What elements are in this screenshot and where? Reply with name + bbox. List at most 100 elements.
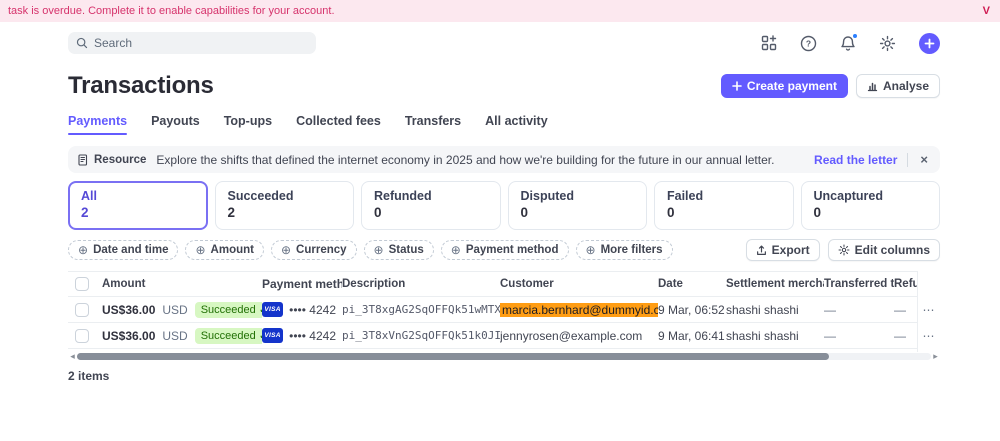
- row-actions-column: ⋯ ⋯: [917, 271, 940, 352]
- payments-table: Amount Payment method Description Custom…: [68, 271, 940, 349]
- column-date[interactable]: Date: [658, 278, 726, 290]
- column-description[interactable]: Description: [342, 278, 500, 290]
- scrollbar-track[interactable]: [77, 353, 931, 360]
- card-count: 2: [228, 205, 342, 220]
- visa-icon: VISA: [262, 302, 283, 317]
- filter-date-and-time[interactable]: ⊕ Date and time: [68, 240, 178, 260]
- refunded-value: —: [894, 329, 917, 343]
- card-refunded[interactable]: Refunded 0: [361, 181, 501, 230]
- divider: [907, 153, 908, 167]
- filter-pills: ⊕Date and time ⊕Amount ⊕Currency ⊕Status…: [68, 240, 673, 260]
- transactions-tabs: Payments Payouts Top-ups Collected fees …: [68, 114, 940, 135]
- bar-chart-icon: [867, 81, 878, 92]
- filter-status[interactable]: ⊕Status: [364, 240, 434, 260]
- card-failed[interactable]: Failed 0: [654, 181, 794, 230]
- filter-label: Currency: [296, 244, 347, 256]
- customer-email-highlighted: marcia.bernhard@dummyid.com: [500, 303, 658, 317]
- card-uncaptured[interactable]: Uncaptured 0: [801, 181, 941, 230]
- table-row[interactable]: US$36.00 USD Succeeded ✓ VISA •••• 4242 …: [68, 297, 917, 323]
- top-icons: ?: [761, 33, 940, 54]
- settings-icon[interactable]: [879, 35, 896, 52]
- close-icon[interactable]: ×: [918, 152, 930, 167]
- filter-label: Payment method: [466, 244, 559, 256]
- overdue-alert-banner: task is overdue. Complete it to enable c…: [0, 0, 1000, 22]
- payment-date: 9 Mar, 06:41: [658, 329, 726, 343]
- card-count: 0: [814, 205, 928, 220]
- items-count: 2 items: [68, 369, 940, 383]
- help-icon[interactable]: ?: [800, 35, 817, 52]
- create-payment-button[interactable]: Create payment: [721, 74, 848, 98]
- card-last4: •••• 4242: [289, 329, 336, 343]
- settlement-merchant: shashi shashi: [726, 329, 824, 343]
- document-icon: [78, 154, 89, 166]
- payment-id: pi_3T8xgAG2SqOFFQk51wMTXiYS: [342, 303, 500, 316]
- tab-transfers[interactable]: Transfers: [405, 114, 461, 135]
- gear-icon: [838, 244, 850, 256]
- alert-action-link[interactable]: V: [983, 5, 990, 17]
- row-overflow-menu[interactable]: ⋯: [918, 323, 940, 349]
- card-succeeded[interactable]: Succeeded 2: [215, 181, 355, 230]
- scrollbar-thumb[interactable]: [77, 353, 829, 360]
- create-icon[interactable]: [919, 33, 940, 54]
- actions-header: [918, 271, 940, 297]
- filter-amount[interactable]: ⊕Amount: [185, 240, 264, 260]
- status-summary-cards: All 2 Succeeded 2 Refunded 0 Disputed 0 …: [68, 181, 940, 230]
- filter-payment-method[interactable]: ⊕Payment method: [441, 240, 569, 260]
- filter-label: Date and time: [93, 244, 168, 256]
- card-count: 0: [521, 205, 635, 220]
- row-checkbox[interactable]: [75, 329, 89, 343]
- row-overflow-menu[interactable]: ⋯: [918, 297, 940, 323]
- column-amount[interactable]: Amount: [102, 278, 262, 290]
- visa-icon: VISA: [262, 328, 283, 343]
- export-icon: [756, 245, 767, 256]
- search-box[interactable]: [68, 32, 316, 54]
- notifications-icon[interactable]: [840, 35, 856, 52]
- page-title: Transactions: [68, 72, 214, 100]
- card-label: Refunded: [374, 189, 488, 203]
- column-payment-method[interactable]: Payment method: [262, 277, 342, 291]
- column-settlement-merchant[interactable]: Settlement merchant: [726, 278, 824, 290]
- tab-payouts[interactable]: Payouts: [151, 114, 200, 135]
- edit-columns-button[interactable]: Edit columns: [828, 239, 940, 261]
- tab-payments[interactable]: Payments: [68, 114, 127, 135]
- transferred-to: —: [824, 329, 894, 343]
- create-payment-label: Create payment: [747, 79, 837, 93]
- card-all[interactable]: All 2: [68, 181, 208, 230]
- edit-columns-label: Edit columns: [855, 243, 930, 257]
- top-bar: ?: [0, 22, 1000, 62]
- amount-value: US$36.00: [102, 303, 155, 317]
- read-the-letter-link[interactable]: Read the letter: [814, 153, 897, 167]
- card-label: Disputed: [521, 189, 635, 203]
- row-checkbox[interactable]: [75, 303, 89, 317]
- alert-text: task is overdue. Complete it to enable c…: [8, 5, 335, 17]
- filter-currency[interactable]: ⊕Currency: [271, 240, 357, 260]
- tab-collected-fees[interactable]: Collected fees: [296, 114, 381, 135]
- column-customer[interactable]: Customer: [500, 278, 658, 290]
- card-last4: •••• 4242: [289, 303, 336, 317]
- filter-label: More filters: [601, 244, 663, 256]
- apps-icon[interactable]: [761, 35, 777, 51]
- card-disputed[interactable]: Disputed 0: [508, 181, 648, 230]
- column-transferred-to[interactable]: Transferred to: [824, 278, 894, 290]
- table-header-row: Amount Payment method Description Custom…: [68, 271, 917, 297]
- resource-text: Explore the shifts that defined the inte…: [156, 153, 804, 167]
- analyse-button[interactable]: Analyse: [856, 74, 940, 98]
- export-button[interactable]: Export: [746, 239, 820, 261]
- card-count: 0: [374, 205, 488, 220]
- refunded-value: —: [894, 303, 917, 317]
- filter-more-filters[interactable]: ⊕ More filters: [576, 240, 673, 260]
- scroll-left-icon[interactable]: ◂: [68, 351, 77, 361]
- circled-plus-icon: ⊕: [78, 244, 88, 256]
- card-label: Succeeded: [228, 189, 342, 203]
- settlement-merchant: shashi shashi: [726, 303, 824, 317]
- select-all-checkbox[interactable]: [75, 277, 89, 291]
- resource-banner: Resource Explore the shifts that defined…: [68, 146, 940, 173]
- column-refunded[interactable]: Refunde: [894, 278, 917, 290]
- scroll-right-icon[interactable]: ▸: [931, 351, 940, 361]
- tab-top-ups[interactable]: Top-ups: [224, 114, 272, 135]
- horizontal-scrollbar[interactable]: ◂ ▸: [68, 351, 940, 361]
- search-input[interactable]: [94, 36, 308, 50]
- circled-plus-icon: ⊕: [586, 244, 596, 256]
- tab-all-activity[interactable]: All activity: [485, 114, 548, 135]
- table-row[interactable]: US$36.00 USD Succeeded ✓ VISA •••• 4242 …: [68, 323, 917, 349]
